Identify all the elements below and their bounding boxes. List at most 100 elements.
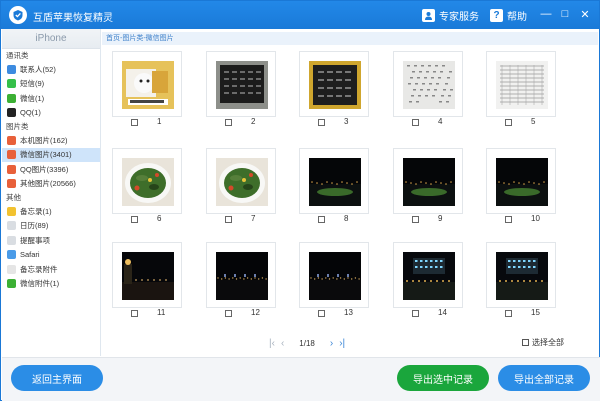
expert-service-button[interactable]: 专家服务 [422, 7, 479, 23]
photo-checkbox[interactable] [131, 310, 138, 317]
photo-checkbox[interactable] [225, 119, 232, 126]
photo-thumbnail-frame[interactable] [112, 148, 182, 214]
photo-item[interactable]: 9 [393, 148, 463, 228]
photo-thumbnail-frame[interactable] [299, 51, 369, 117]
photo-thumbnail[interactable] [496, 158, 548, 206]
title-bar[interactable]: 互盾苹果恢复精灵 专家服务 ? 帮助 — □ ✕ [1, 1, 599, 29]
photo-item[interactable]: 6 [112, 148, 182, 228]
photo-thumbnail[interactable] [496, 61, 548, 109]
photo-thumbnail-frame[interactable] [393, 51, 463, 117]
photo-item[interactable]: 15 [486, 242, 556, 322]
photo-checkbox[interactable] [505, 119, 512, 126]
select-all-checkbox[interactable]: 选择全部 [522, 337, 564, 348]
photo-checkbox[interactable] [318, 310, 325, 317]
photo-checkbox[interactable] [505, 216, 512, 223]
maximize-button[interactable]: □ [558, 7, 572, 21]
photo-item[interactable]: 1 [112, 51, 182, 131]
notes-attachment-icon [7, 264, 16, 274]
photo-thumbnail[interactable] [496, 252, 548, 300]
photo-checkbox[interactable] [412, 216, 419, 223]
prev-page-icon[interactable]: ‹ [281, 338, 284, 349]
sidebar-item-reminders[interactable]: 提醒事项 [2, 233, 100, 248]
minimize-button[interactable]: — [539, 7, 553, 21]
photo-thumbnail-frame[interactable] [112, 242, 182, 308]
next-page-icon[interactable]: › [330, 338, 333, 349]
photo-item[interactable]: 7 [206, 148, 276, 228]
photo-thumbnail[interactable] [216, 158, 268, 206]
select-all-box[interactable] [522, 339, 529, 346]
export-selected-button[interactable]: 导出选中记录 [397, 365, 489, 391]
sidebar-item-label: 联系人(52) [20, 64, 56, 74]
sidebar-item-wechat-attachment[interactable]: 微信附件(1) [2, 277, 100, 292]
export-all-button[interactable]: 导出全部记录 [498, 365, 590, 391]
sidebar-item-qq-photos[interactable]: QQ图片(3396) [2, 162, 100, 177]
close-button[interactable]: ✕ [578, 7, 592, 21]
photo-thumbnail-frame[interactable] [299, 242, 369, 308]
photo-thumbnail-frame[interactable] [112, 51, 182, 117]
photo-thumbnail[interactable] [122, 61, 174, 109]
last-page-icon[interactable]: ›| [339, 338, 345, 349]
photo-checkbox[interactable] [412, 119, 419, 126]
sidebar-item-calendar[interactable]: 日历(89) [2, 219, 100, 234]
sidebar-item-photos[interactable]: 本机图片(162) [2, 133, 100, 148]
photo-thumbnail-frame[interactable] [206, 51, 276, 117]
photo-item[interactable]: 14 [393, 242, 463, 322]
sidebar-item-contacts[interactable]: 联系人(52) [2, 62, 100, 77]
photo-thumbnail-frame[interactable] [299, 148, 369, 214]
photo-checkbox[interactable] [318, 119, 325, 126]
sidebar-item-wechat-photos[interactable]: 微信图片(3401) [2, 147, 100, 162]
photo-checkbox[interactable] [131, 119, 138, 126]
photo-thumbnail[interactable] [403, 252, 455, 300]
photo-thumbnail[interactable] [216, 252, 268, 300]
first-page-icon[interactable]: |‹ [269, 338, 275, 349]
photo-checkbox[interactable] [505, 310, 512, 317]
photo-checkbox[interactable] [412, 310, 419, 317]
photo-checkbox[interactable] [225, 216, 232, 223]
photo-item[interactable]: 4 [393, 51, 463, 131]
sidebar-item-label: 备忘录附件 [20, 264, 58, 274]
photo-thumbnail[interactable] [309, 252, 361, 300]
photo-thumbnail[interactable] [309, 61, 361, 109]
photo-thumbnail[interactable] [309, 158, 361, 206]
photo-thumbnail-frame[interactable] [393, 242, 463, 308]
photo-checkbox[interactable] [318, 216, 325, 223]
photo-checkbox[interactable] [225, 310, 232, 317]
photo-item[interactable]: 12 [206, 242, 276, 322]
photo-thumbnail-frame[interactable] [486, 51, 556, 117]
sidebar-item-sms[interactable]: 短信(9) [2, 77, 100, 92]
photo-thumbnail[interactable] [122, 158, 174, 206]
sidebar-item-wechat[interactable]: 微信(1) [2, 91, 100, 106]
sidebar-item-safari[interactable]: Safari [2, 248, 100, 263]
photo-item[interactable]: 13 [299, 242, 369, 322]
sidebar-group-label: 其他 [6, 193, 21, 202]
photo-thumbnail[interactable] [122, 252, 174, 300]
sidebar-item-notes-attachment[interactable]: 备忘录附件 [2, 262, 100, 277]
sidebar-item-label: QQ图片(3396) [20, 164, 69, 174]
photo-item[interactable]: 2 [206, 51, 276, 131]
photo-item[interactable]: 8 [299, 148, 369, 228]
sidebar-item-other-photos[interactable]: 其他图片(20566) [2, 177, 100, 192]
photo-number: 13 [344, 308, 353, 317]
photo-item[interactable]: 3 [299, 51, 369, 131]
photo-thumbnail[interactable] [403, 158, 455, 206]
photo-thumbnail-frame[interactable] [486, 148, 556, 214]
photo-thumbnail-frame[interactable] [206, 242, 276, 308]
photo-thumbnail[interactable] [216, 61, 268, 109]
photo-item[interactable]: 10 [486, 148, 556, 228]
sidebar-item-notes[interactable]: 备忘录(1) [2, 204, 100, 219]
photo-number: 8 [344, 214, 349, 223]
photo-thumbnail-frame[interactable] [393, 148, 463, 214]
sidebar-item-label: 其他图片(20566) [20, 179, 76, 189]
photo-number: 2 [251, 117, 256, 126]
sidebar-item-qq[interactable]: QQ(1) [2, 106, 100, 121]
photo-thumbnail-frame[interactable] [206, 148, 276, 214]
help-button[interactable]: ? 帮助 [490, 7, 527, 23]
photo-thumbnail[interactable] [403, 61, 455, 109]
back-to-main-button[interactable]: 返回主界面 [11, 365, 103, 391]
photo-checkbox[interactable] [131, 216, 138, 223]
photo-item[interactable]: 5 [486, 51, 556, 131]
device-name: iPhone [2, 29, 100, 49]
breadcrumb[interactable]: 首页-图片类-微信图片 [102, 32, 598, 45]
photo-thumbnail-frame[interactable] [486, 242, 556, 308]
photo-item[interactable]: 11 [112, 242, 182, 322]
